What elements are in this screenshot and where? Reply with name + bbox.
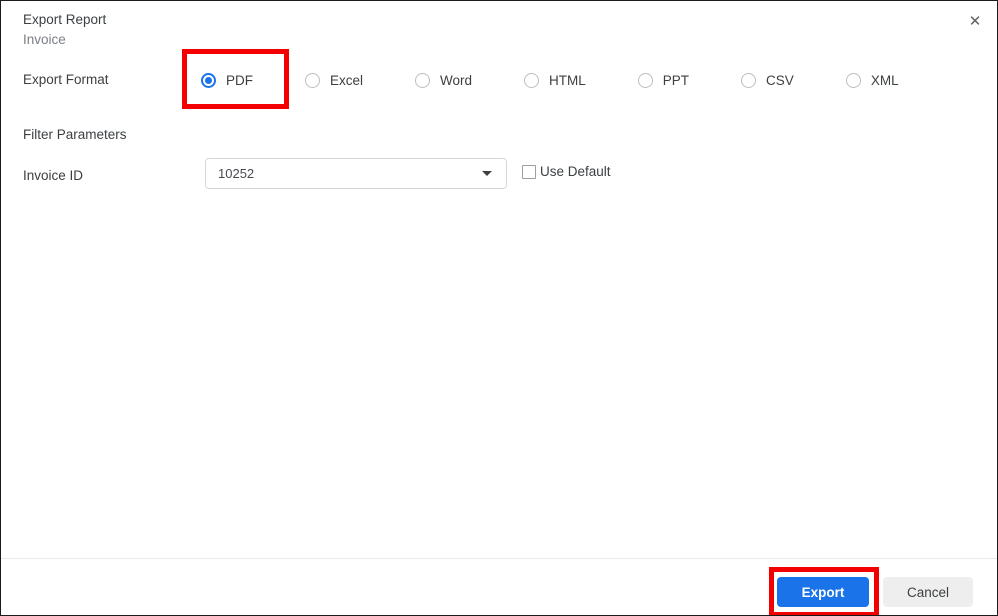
radio-label-ppt: PPT <box>662 72 690 88</box>
radio-option-word[interactable]: Word <box>415 65 472 95</box>
radio-option-html[interactable]: HTML <box>524 65 586 95</box>
filter-parameters-heading: Filter Parameters <box>23 127 127 142</box>
use-default-label: Use Default <box>540 164 611 179</box>
radio-option-excel[interactable]: Excel <box>305 65 363 95</box>
export-format-label: Export Format <box>23 72 109 87</box>
radio-option-csv[interactable]: CSV <box>741 65 794 95</box>
radio-icon-csv <box>741 72 757 88</box>
checkbox-icon-unchecked <box>522 164 536 179</box>
radio-label-html: HTML <box>549 72 586 88</box>
chevron-down-icon <box>482 171 492 176</box>
radio-label-xml: XML <box>870 72 899 88</box>
radio-option-ppt[interactable]: PPT <box>637 65 690 95</box>
radio-label-word: Word <box>440 72 473 88</box>
page-title: Export Report <box>23 12 107 27</box>
export-report-dialog: ✕ Export Report Invoice Export Format PD… <box>0 0 998 616</box>
radio-icon-html <box>524 72 540 88</box>
use-default-checkbox[interactable]: Use Default <box>522 164 611 179</box>
dialog-body: Export Report Invoice Export Format PDF … <box>1 1 997 559</box>
export-button[interactable]: Export <box>777 577 869 607</box>
radio-icon-word <box>415 72 431 88</box>
radio-label-excel: Excel <box>330 72 364 88</box>
radio-icon-ppt <box>637 72 653 88</box>
page-subtitle: Invoice <box>23 32 66 47</box>
radio-option-xml[interactable]: XML <box>845 65 899 95</box>
radio-icon-excel <box>305 72 320 88</box>
radio-icon-xml <box>845 72 861 88</box>
radio-option-pdf[interactable]: PDF <box>201 65 253 95</box>
dialog-footer: Export Cancel <box>1 558 997 615</box>
cancel-button[interactable]: Cancel <box>883 577 973 607</box>
invoice-id-value: 10252 <box>218 166 255 181</box>
radio-icon-pdf <box>201 72 216 88</box>
radio-label-csv: CSV <box>766 72 794 88</box>
invoice-id-dropdown[interactable]: 10252 <box>205 158 507 189</box>
export-format-radio-group: PDF Excel Word HTML PPT CSV XML <box>201 65 899 95</box>
radio-label-pdf: PDF <box>226 72 253 88</box>
invoice-id-label: Invoice ID <box>23 168 84 183</box>
